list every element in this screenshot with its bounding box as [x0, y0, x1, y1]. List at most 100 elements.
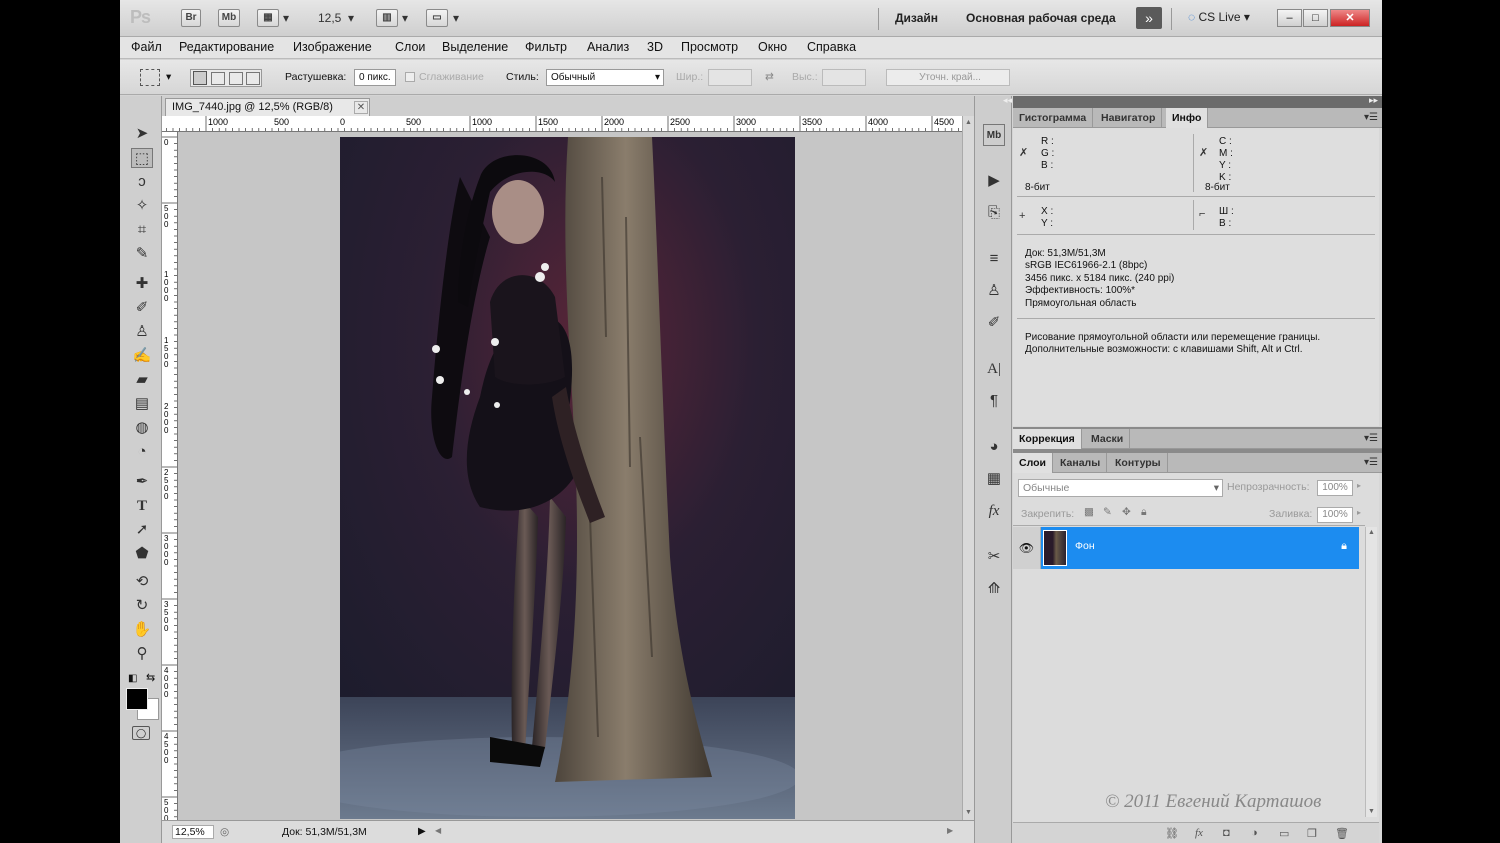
arrange-documents-button[interactable]: ▥ — [376, 9, 398, 27]
scroll-down-icon[interactable]: ▼ — [1368, 808, 1375, 815]
hand-tool-icon[interactable]: ✋ — [131, 620, 153, 640]
status-icon[interactable]: ◎ — [220, 826, 229, 838]
bridge-button[interactable]: Br — [181, 9, 201, 27]
zoom-input[interactable]: 12,5% — [172, 825, 214, 839]
minimize-button[interactable]: – — [1277, 9, 1302, 27]
style-select[interactable]: Обычный ▾ — [546, 69, 664, 86]
chevron-down-icon[interactable]: ▾ — [402, 11, 408, 25]
paragraph-icon[interactable]: ¶ — [983, 390, 1005, 412]
menu-file[interactable]: Файл — [131, 40, 162, 54]
animation-icon[interactable]: ▶ — [983, 170, 1005, 192]
vertical-scrollbar[interactable]: ▲ ▼ — [962, 116, 974, 820]
panel-menu-icon[interactable]: ▾☰ — [1364, 433, 1378, 444]
history-brush-tool-icon[interactable]: ✍ — [131, 346, 153, 366]
scissors-icon[interactable]: ✂ — [983, 546, 1005, 568]
3d-orbit-tool-icon[interactable]: ↻ — [131, 596, 153, 616]
layers-scrollbar[interactable]: ▲ ▼ — [1365, 527, 1377, 817]
menu-layer[interactable]: Слои — [395, 40, 425, 54]
menu-help[interactable]: Справка — [807, 40, 856, 54]
tab-layers[interactable]: Слои — [1013, 453, 1053, 473]
foreground-color-swatch[interactable] — [126, 688, 148, 710]
brush-tool-icon[interactable]: ✐ — [131, 298, 153, 318]
scroll-down-icon[interactable]: ▼ — [965, 809, 972, 816]
dodge-tool-icon[interactable]: ◔ — [131, 442, 153, 462]
opacity-input[interactable]: 100% — [1317, 480, 1353, 496]
maximize-button[interactable]: □ — [1303, 9, 1328, 27]
eye-icon[interactable]: 👁︎ — [1013, 527, 1041, 569]
opacity-arrow-icon[interactable]: ▸ — [1357, 481, 1361, 490]
brush-presets-icon[interactable]: ≡ — [983, 248, 1005, 270]
trash-icon[interactable]: 🗑︎ — [1335, 827, 1349, 840]
menu-analysis[interactable]: Анализ — [587, 40, 629, 54]
menu-view[interactable]: Просмотр — [681, 40, 738, 54]
crop-tool-icon[interactable]: ⌗ — [131, 220, 153, 240]
document-tab[interactable]: IMG_7440.jpg @ 12,5% (RGB/8) ✕ — [165, 98, 370, 116]
tab-navigator[interactable]: Навигатор — [1095, 108, 1163, 128]
tab-adjustments[interactable]: Коррекция — [1013, 429, 1082, 449]
minibridge-button[interactable]: Mb — [218, 9, 240, 27]
rectangular-marquee-tool-icon[interactable]: ⬚ — [131, 148, 153, 168]
shape-tool-icon[interactable]: ⬟ — [131, 544, 153, 564]
link-icon[interactable]: ⛓ — [1165, 827, 1179, 840]
healing-brush-tool-icon[interactable]: ✚ — [131, 274, 153, 294]
zoom-tool-icon[interactable]: ⚲ — [131, 644, 153, 664]
3d-rotate-tool-icon[interactable]: ⟲ — [131, 572, 153, 592]
minibridge-icon[interactable]: Mb — [983, 124, 1005, 146]
tab-channels[interactable]: Каналы — [1054, 453, 1108, 473]
swap-colors-icon[interactable]: ⇆ — [146, 671, 155, 684]
scroll-left-icon[interactable]: ◀ — [435, 826, 441, 835]
zoom-level-dropdown[interactable]: 12,5 — [318, 11, 341, 25]
clone-stamp-tool-icon[interactable]: ♙ — [131, 322, 153, 342]
character-icon[interactable]: A| — [983, 358, 1005, 380]
marquee-preset-icon[interactable] — [140, 69, 160, 86]
chevron-down-icon[interactable]: ▾ — [453, 11, 459, 25]
lock-pixels-icon[interactable]: ✎ — [1103, 506, 1112, 518]
scroll-up-icon[interactable]: ▲ — [1368, 529, 1375, 536]
fill-input[interactable]: 100% — [1317, 507, 1353, 523]
tab-masks[interactable]: Маски — [1085, 429, 1131, 449]
cslive-button[interactable]: ◌ CS Live ▾ — [1188, 10, 1250, 24]
tab-histogram[interactable]: Гистограмма — [1013, 108, 1094, 128]
pen-tool-icon[interactable]: ✒ — [131, 472, 153, 492]
canvas-area[interactable] — [178, 132, 962, 820]
type-tool-icon[interactable]: T — [131, 496, 153, 516]
tab-paths[interactable]: Контуры — [1109, 453, 1168, 473]
menu-edit[interactable]: Редактирование — [179, 40, 274, 54]
menu-3d[interactable]: 3D — [647, 40, 663, 54]
color-icon[interactable]: ◕ — [983, 436, 1005, 458]
workspace-essentials[interactable]: Основная рабочая среда — [966, 11, 1116, 25]
blur-tool-icon[interactable]: ◍ — [131, 418, 153, 438]
chevron-down-icon[interactable]: ▾ — [348, 11, 354, 25]
menu-image[interactable]: Изображение — [293, 40, 372, 54]
gradient-tool-icon[interactable]: ▤ — [131, 394, 153, 414]
styles-icon[interactable]: fx — [983, 500, 1005, 522]
3d-panel-icon[interactable]: ⟰ — [983, 578, 1005, 600]
adjustment-icon[interactable]: ◑ — [1251, 827, 1258, 839]
height-input[interactable] — [822, 69, 866, 86]
extras-button[interactable]: ▦ — [257, 9, 279, 27]
screen-mode-button[interactable]: ▭ — [426, 9, 448, 27]
lock-all-icon[interactable]: 🔒︎ — [1141, 506, 1147, 519]
intersect-selection-icon[interactable] — [246, 72, 260, 85]
width-input[interactable] — [708, 69, 752, 86]
menu-select[interactable]: Выделение — [442, 40, 508, 54]
lock-position-icon[interactable]: ✥ — [1122, 506, 1131, 518]
mask-icon[interactable]: ◘ — [1223, 827, 1230, 839]
swatches-icon[interactable]: ▦ — [983, 468, 1005, 490]
collapse-icon[interactable]: ◂◂ — [1003, 95, 1012, 106]
chevron-down-icon[interactable]: ▾ — [283, 11, 289, 25]
new-layer-icon[interactable]: ❐ — [1307, 827, 1317, 840]
subtract-selection-icon[interactable] — [229, 72, 243, 85]
blend-mode-select[interactable]: Обычные ▾ — [1018, 479, 1223, 497]
tab-info[interactable]: Инфо — [1166, 108, 1209, 128]
workspace-design[interactable]: Дизайн — [895, 11, 938, 25]
add-selection-icon[interactable] — [211, 72, 225, 85]
more-workspaces-button[interactable]: » — [1136, 7, 1162, 29]
eyedropper-tool-icon[interactable]: ✎ — [131, 244, 153, 264]
layer-row[interactable]: Фон 🔒︎ — [1041, 527, 1359, 569]
lasso-tool-icon[interactable]: ↄ — [131, 172, 153, 192]
swap-icon[interactable]: ⇄ — [765, 71, 774, 83]
status-menu-icon[interactable]: ▶ — [418, 826, 426, 837]
chevron-down-icon[interactable]: ▾ — [166, 71, 171, 83]
eraser-tool-icon[interactable]: ▰ — [131, 370, 153, 390]
